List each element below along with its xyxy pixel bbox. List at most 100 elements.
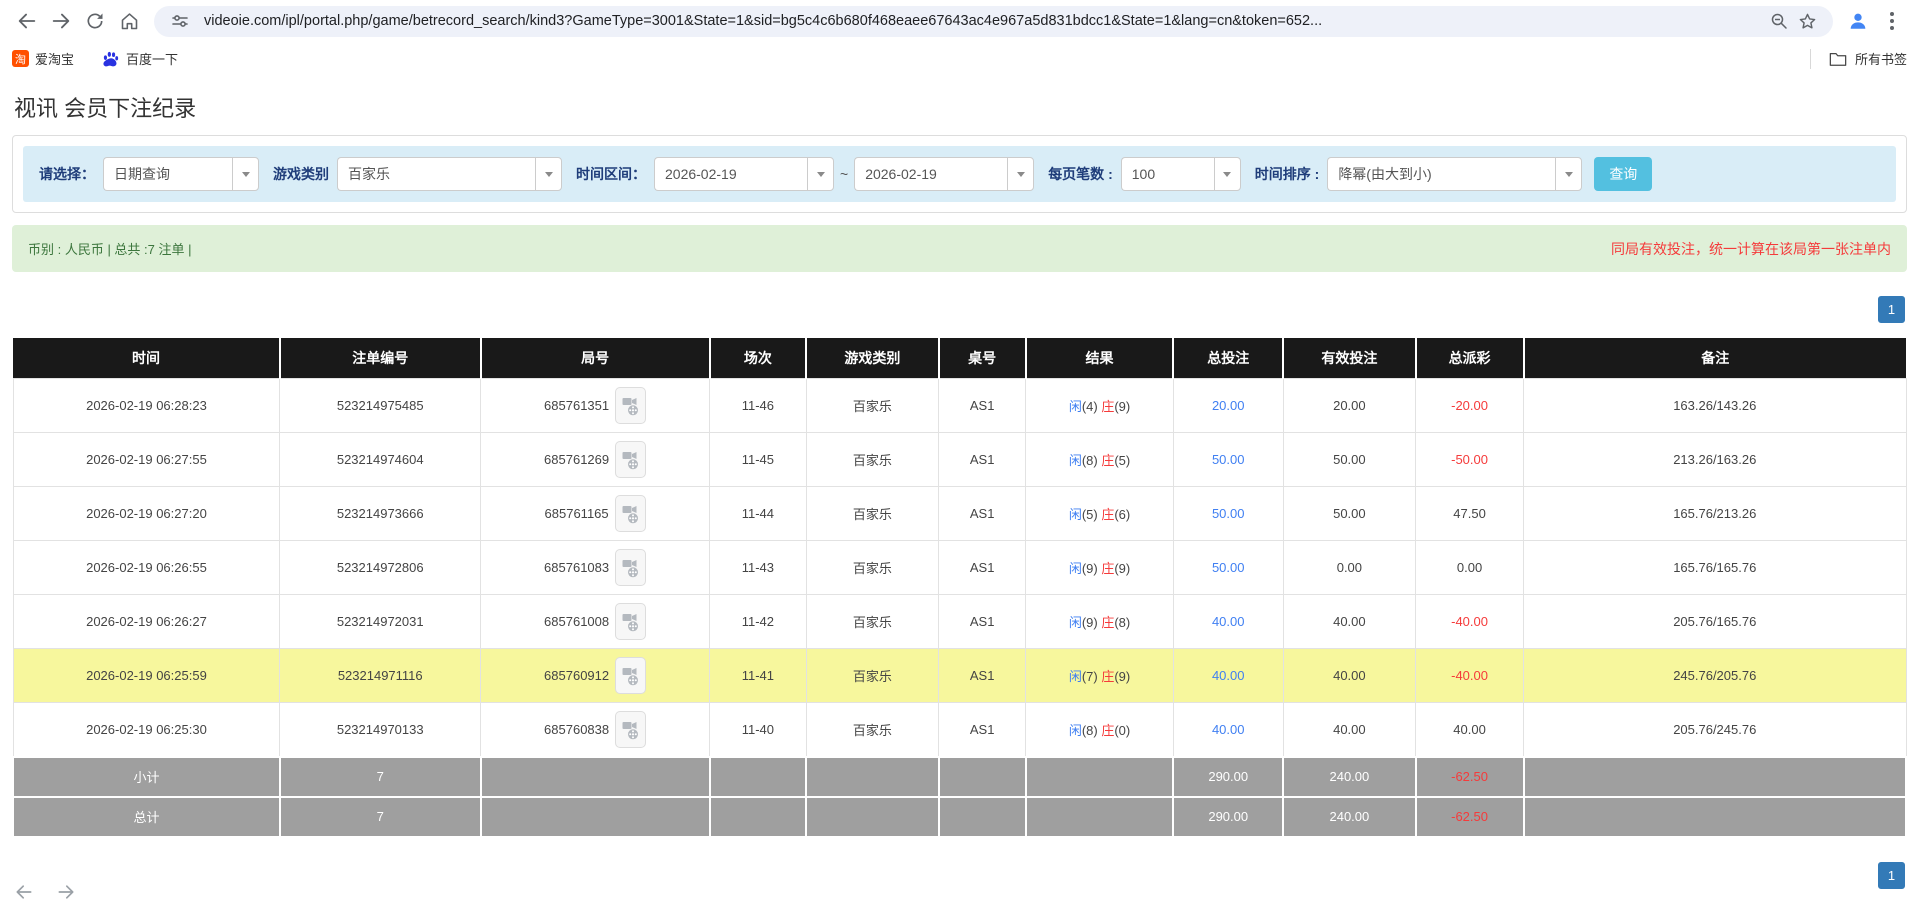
game-type-select[interactable]: 百家乐: [337, 157, 562, 191]
totals-cell: [1026, 797, 1174, 837]
cell-note: 245.76/205.76: [1524, 649, 1906, 703]
forward-button[interactable]: [44, 4, 78, 38]
caret-down-icon[interactable]: [232, 157, 259, 191]
video-replay-button[interactable]: [615, 387, 646, 424]
cell-session: 11-45: [710, 433, 807, 487]
cell-game: 百家乐: [806, 379, 939, 433]
video-replay-button[interactable]: [615, 603, 646, 640]
totals-cell: 7: [280, 757, 481, 797]
sort-select[interactable]: 降幂(由大到小): [1327, 157, 1582, 191]
baidu-icon: [102, 50, 120, 68]
cell-table-no: AS1: [939, 649, 1026, 703]
home-button[interactable]: [112, 4, 146, 38]
search-button[interactable]: 查询: [1594, 157, 1652, 191]
totals-cell: 240.00: [1283, 797, 1416, 837]
url-bar[interactable]: videoie.com/ipl/portal.php/game/betrecor…: [154, 6, 1833, 37]
totals-cell: [806, 757, 939, 797]
cell-time: 2026-02-19 06:27:55: [13, 433, 280, 487]
cell-valid-bet: 20.00: [1283, 379, 1416, 433]
date-to-select[interactable]: 2026-02-19: [854, 157, 1034, 191]
date-from-select[interactable]: 2026-02-19: [654, 157, 834, 191]
cell-game: 百家乐: [806, 433, 939, 487]
cell-round-id: 685761269: [481, 433, 710, 487]
caret-down-icon[interactable]: [1214, 157, 1241, 191]
profile-button[interactable]: [1841, 4, 1875, 38]
caret-down-icon[interactable]: [807, 157, 834, 191]
date-to-value: 2026-02-19: [854, 157, 1007, 191]
video-file-icon: [622, 665, 639, 686]
reload-button[interactable]: [78, 4, 112, 38]
bookmark-taobao-label: 爱淘宝: [35, 49, 74, 68]
cell-payout: -20.00: [1416, 379, 1524, 433]
cell-time: 2026-02-19 06:26:55: [13, 541, 280, 595]
cell-round-id: 685760838: [481, 703, 710, 757]
cell-time: 2026-02-19 06:27:20: [13, 487, 280, 541]
cell-session: 11-43: [710, 541, 807, 595]
cell-payout: -50.00: [1416, 433, 1524, 487]
cell-bet-id: 523214971116: [280, 649, 481, 703]
cell-total-bet[interactable]: 40.00: [1173, 595, 1283, 649]
cell-table-no: AS1: [939, 595, 1026, 649]
col-result: 结果: [1026, 338, 1174, 379]
table-row: 2026-02-19 06:26:55 523214972806 6857610…: [13, 541, 1906, 595]
cell-total-bet[interactable]: 50.00: [1173, 433, 1283, 487]
caret-down-icon[interactable]: [1007, 157, 1034, 191]
video-replay-button[interactable]: [615, 711, 646, 748]
table-row: 2026-02-19 06:27:55 523214974604 6857612…: [13, 433, 1906, 487]
cell-total-bet[interactable]: 20.00: [1173, 379, 1283, 433]
cell-game: 百家乐: [806, 595, 939, 649]
video-file-icon: [622, 395, 639, 416]
bookmark-star-icon[interactable]: [1793, 7, 1821, 35]
table-row: 2026-02-19 06:27:20 523214973666 6857611…: [13, 487, 1906, 541]
pagination-page-1-bottom[interactable]: 1: [1878, 862, 1905, 889]
bookmark-taobao[interactable]: 淘 爱淘宝: [12, 49, 74, 68]
back-icon[interactable]: [14, 882, 34, 902]
totals-cell: [481, 797, 710, 837]
totals-cell: [806, 797, 939, 837]
cell-bet-id: 523214972806: [280, 541, 481, 595]
col-valid-bet: 有效投注: [1283, 338, 1416, 379]
video-replay-button[interactable]: [615, 441, 646, 478]
time-range-label: 时间区间：: [576, 164, 646, 184]
totals-cell: [1524, 757, 1906, 797]
round-id-value: 685760838: [544, 722, 609, 737]
video-replay-button[interactable]: [615, 657, 646, 694]
cell-total-bet[interactable]: 50.00: [1173, 487, 1283, 541]
cell-time: 2026-02-19 06:28:23: [13, 379, 280, 433]
cell-round-id: 685761165: [481, 487, 710, 541]
menu-button[interactable]: [1875, 4, 1909, 38]
cell-total-bet[interactable]: 40.00: [1173, 703, 1283, 757]
cell-game: 百家乐: [806, 487, 939, 541]
page-size-select[interactable]: 100: [1121, 157, 1241, 191]
cell-payout: 47.50: [1416, 487, 1524, 541]
caret-down-icon[interactable]: [1555, 157, 1582, 191]
bookmark-baidu[interactable]: 百度一下: [102, 49, 178, 68]
cell-payout: 40.00: [1416, 703, 1524, 757]
url-text: videoie.com/ipl/portal.php/game/betrecor…: [204, 13, 1765, 29]
all-bookmarks[interactable]: 所有书签: [1810, 49, 1907, 69]
pagination-page-1[interactable]: 1: [1878, 296, 1905, 323]
cell-total-bet[interactable]: 50.00: [1173, 541, 1283, 595]
col-note: 备注: [1524, 338, 1906, 379]
forward-icon[interactable]: [56, 882, 76, 902]
cell-valid-bet: 50.00: [1283, 433, 1416, 487]
cell-game: 百家乐: [806, 703, 939, 757]
cell-result: 闲(4) 庄(9): [1026, 379, 1174, 433]
totals-cell: -62.50: [1416, 797, 1524, 837]
video-replay-button[interactable]: [615, 549, 646, 586]
video-replay-button[interactable]: [615, 495, 646, 532]
folder-icon: [1829, 51, 1847, 67]
back-button[interactable]: [10, 4, 44, 38]
table-row: 2026-02-19 06:28:23 523214975485 6857613…: [13, 379, 1906, 433]
zoom-out-icon[interactable]: [1765, 7, 1793, 35]
sort-value: 降幂(由大到小): [1327, 157, 1555, 191]
cell-session: 11-44: [710, 487, 807, 541]
query-type-select[interactable]: 日期查询: [103, 157, 259, 191]
cell-valid-bet: 40.00: [1283, 703, 1416, 757]
tilde-separator: ~: [840, 166, 848, 182]
round-id-value: 685761083: [544, 560, 609, 575]
bet-records-table: 时间 注单编号 局号 场次 游戏类别 桌号 结果 总投注 有效投注 总派彩 备注…: [12, 338, 1907, 838]
caret-down-icon[interactable]: [535, 157, 562, 191]
site-info-icon[interactable]: [166, 7, 194, 35]
cell-total-bet[interactable]: 40.00: [1173, 649, 1283, 703]
